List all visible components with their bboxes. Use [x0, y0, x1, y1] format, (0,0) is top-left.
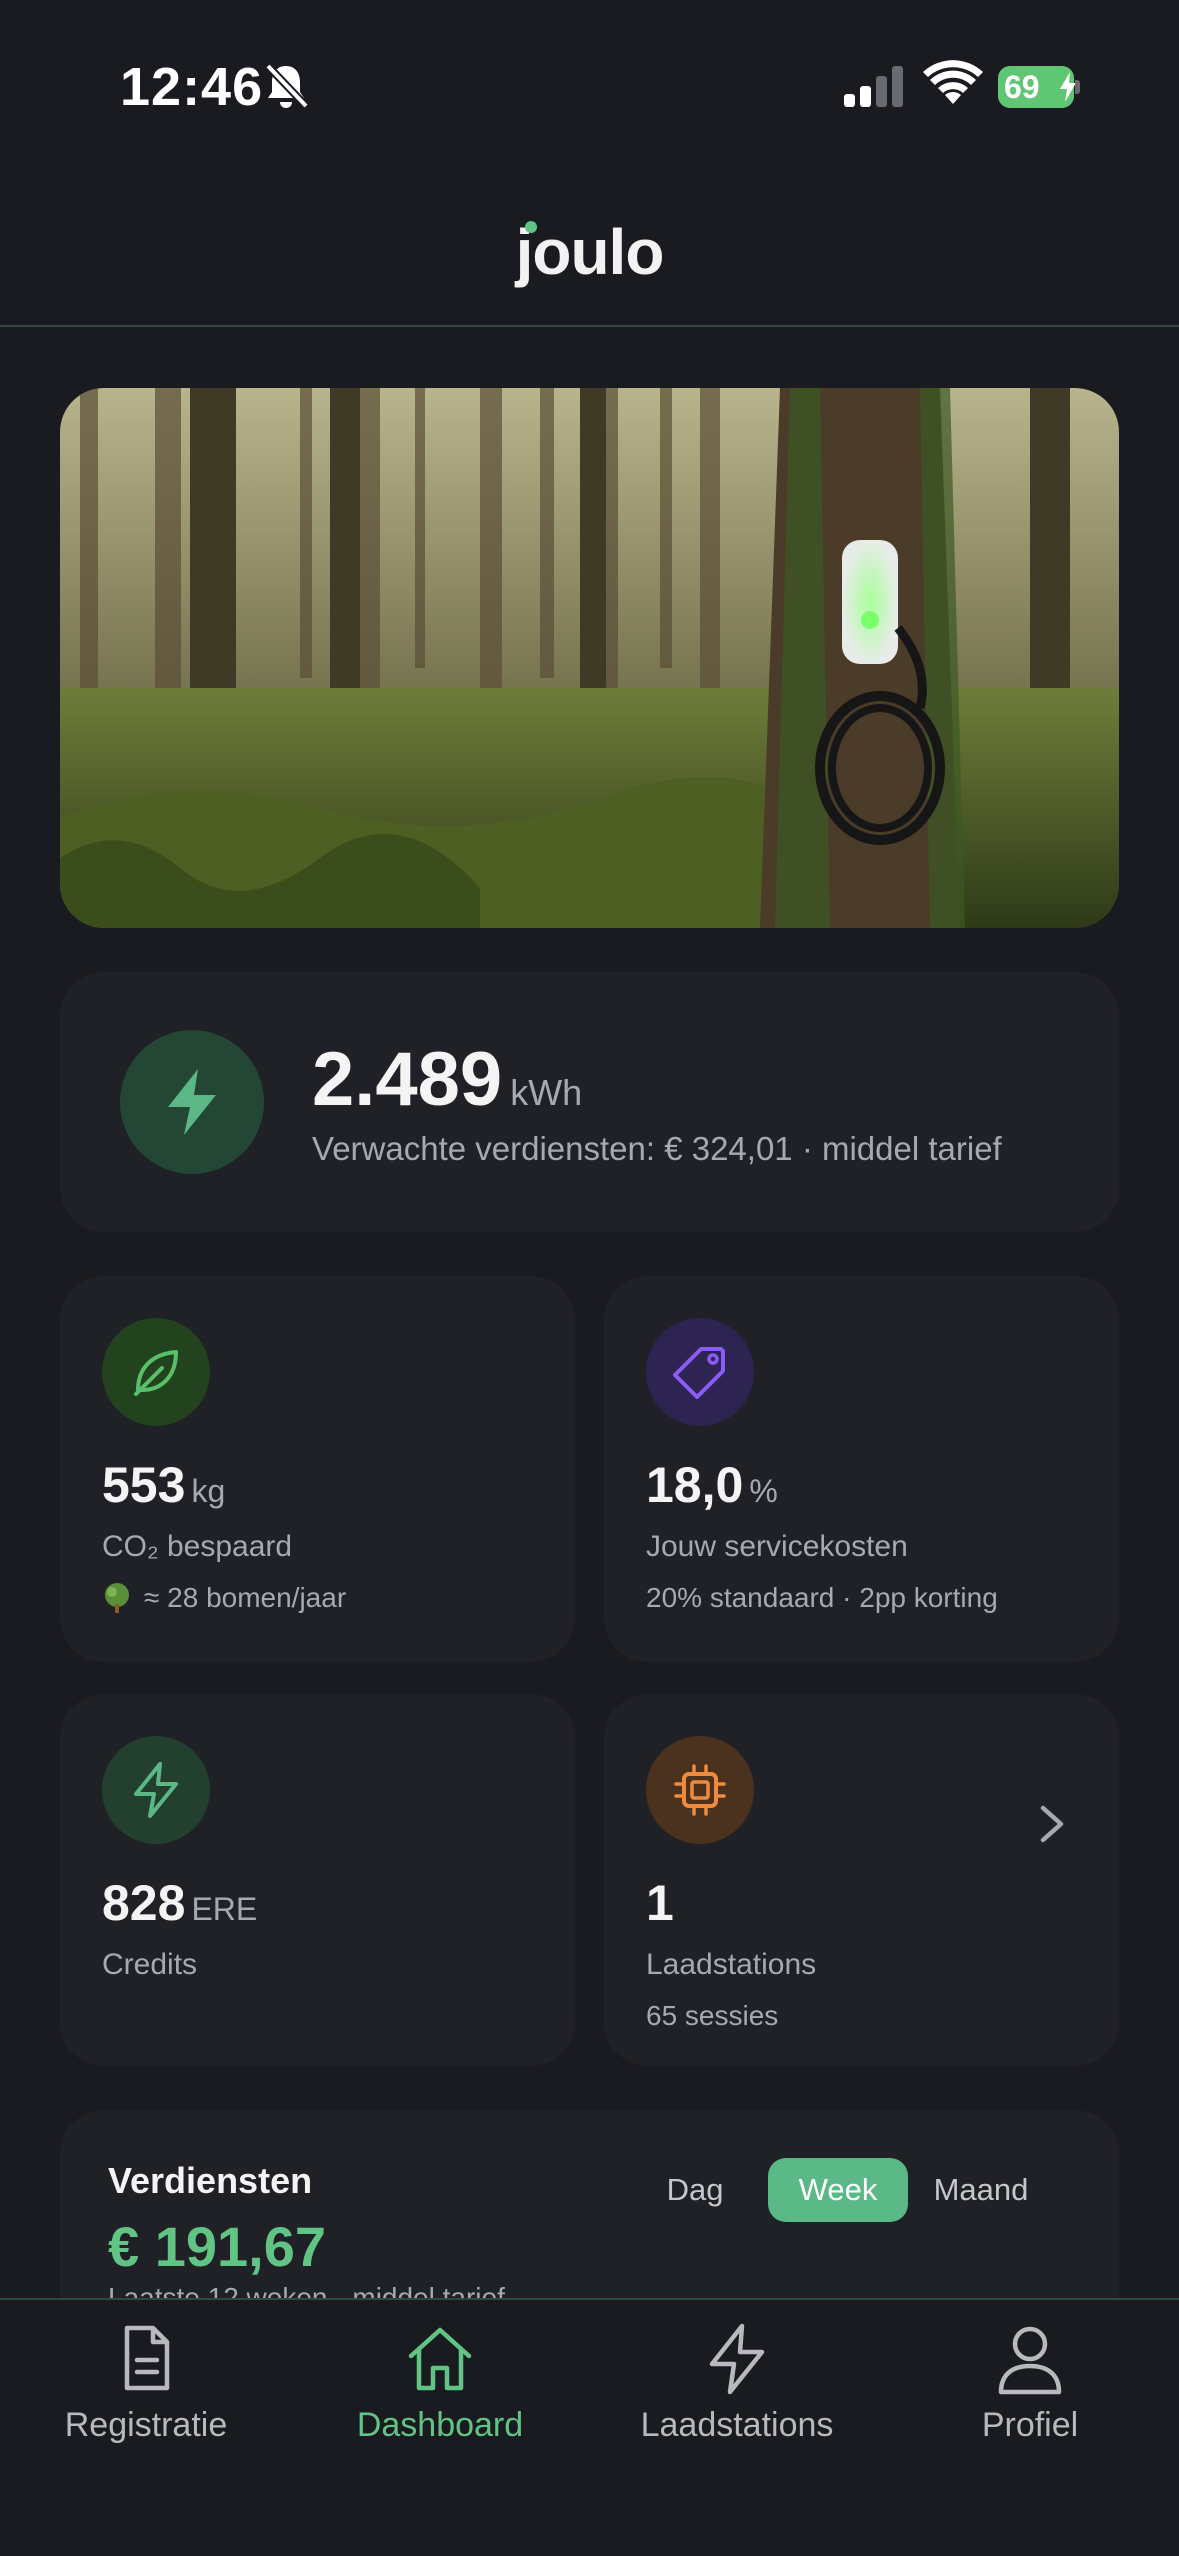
period-day-button[interactable]: Dag: [630, 2158, 760, 2222]
status-bar: 12:46 69: [0, 0, 1179, 175]
co2-value: 553 kg: [102, 1457, 226, 1513]
signal-icon: [844, 66, 903, 107]
credits-label: Credits: [102, 1948, 198, 1981]
sessions-count: 65 sessies: [646, 2000, 779, 2031]
app-logo: joulo: [515, 216, 665, 288]
fee-unit: %: [749, 1473, 778, 1509]
chip-icon: [646, 1736, 754, 1844]
stations-label: Laadstations: [646, 1948, 817, 1981]
period-week-button[interactable]: Week: [768, 2158, 908, 2222]
battery-level: 69: [1004, 68, 1040, 105]
period-month-button[interactable]: Maand: [916, 2158, 1046, 2222]
wifi-icon: [923, 60, 983, 104]
tab-registratie[interactable]: Registratie: [26, 2322, 266, 2472]
tree-icon: [105, 1583, 129, 1613]
service-fee-card: 18,0% Jouw servicekosten 20% standaard ·…: [604, 1276, 1119, 1662]
document-icon: [124, 2325, 170, 2391]
fee-value: 18,0%: [646, 1457, 778, 1513]
leaf-icon: [102, 1318, 210, 1426]
stations-card[interactable]: 1 Laadstations 65 sessies: [604, 1694, 1119, 2066]
logo-dot: [525, 221, 537, 233]
tab-label: Profiel: [981, 2406, 1079, 2444]
tab-profiel[interactable]: Profiel: [910, 2322, 1150, 2472]
battery-indicator: 69: [998, 66, 1080, 108]
credits-unit: ERE: [191, 1891, 258, 1927]
energy-value: 2.489 kWh: [312, 1037, 583, 1122]
tab-dashboard[interactable]: Dashboard: [320, 2322, 560, 2472]
earnings-title: Verdiensten: [108, 2160, 313, 2201]
bolt-icon: [120, 1030, 264, 1174]
co2-label: CO₂ bespaard: [102, 1530, 293, 1563]
bolt-outline-icon: [709, 2323, 765, 2395]
bolt-outline-icon: [102, 1736, 210, 1844]
tab-label: Dashboard: [356, 2406, 524, 2444]
energy-summary-card: 2.489 kWh Verwachte verdiensten: € 324,01…: [60, 972, 1119, 1232]
home-icon: [408, 2327, 472, 2391]
tab-label: Registratie: [64, 2406, 228, 2444]
expected-earnings: Verwachte verdiensten: € 324,01 · middel…: [312, 1130, 1002, 1167]
app-header: joulo: [0, 175, 1179, 327]
tag-icon: [646, 1318, 754, 1426]
tab-label: Laadstations: [640, 2406, 834, 2444]
chevron-right-icon[interactable]: [1037, 1802, 1067, 1846]
fee-detail: 20% standaard · 2pp korting: [646, 1582, 998, 1613]
user-icon: [998, 2326, 1062, 2395]
stations-value: 1: [646, 1875, 674, 1931]
trees-equivalent: ≈ 28 bomen/jaar: [102, 1582, 346, 1614]
co2-saved-card: 553 kg CO₂ bespaard ≈ 28 bomen/jaar: [60, 1276, 575, 1662]
status-time: 12:46: [120, 57, 264, 117]
energy-unit: kWh: [510, 1072, 583, 1113]
co2-unit: kg: [191, 1473, 226, 1509]
bell-slash-icon: [265, 63, 309, 109]
fee-label: Jouw servicekosten: [646, 1530, 908, 1563]
earnings-amount: € 191,67: [108, 2215, 326, 2278]
tab-laadstations[interactable]: Laadstations: [617, 2322, 857, 2472]
credits-card: 828 ERE Credits: [60, 1694, 575, 2066]
bottom-nav: Registratie Dashboard Laadstations Profi…: [0, 2298, 1179, 2556]
hero-image: [60, 388, 1119, 928]
credits-value: 828 ERE: [102, 1875, 258, 1931]
